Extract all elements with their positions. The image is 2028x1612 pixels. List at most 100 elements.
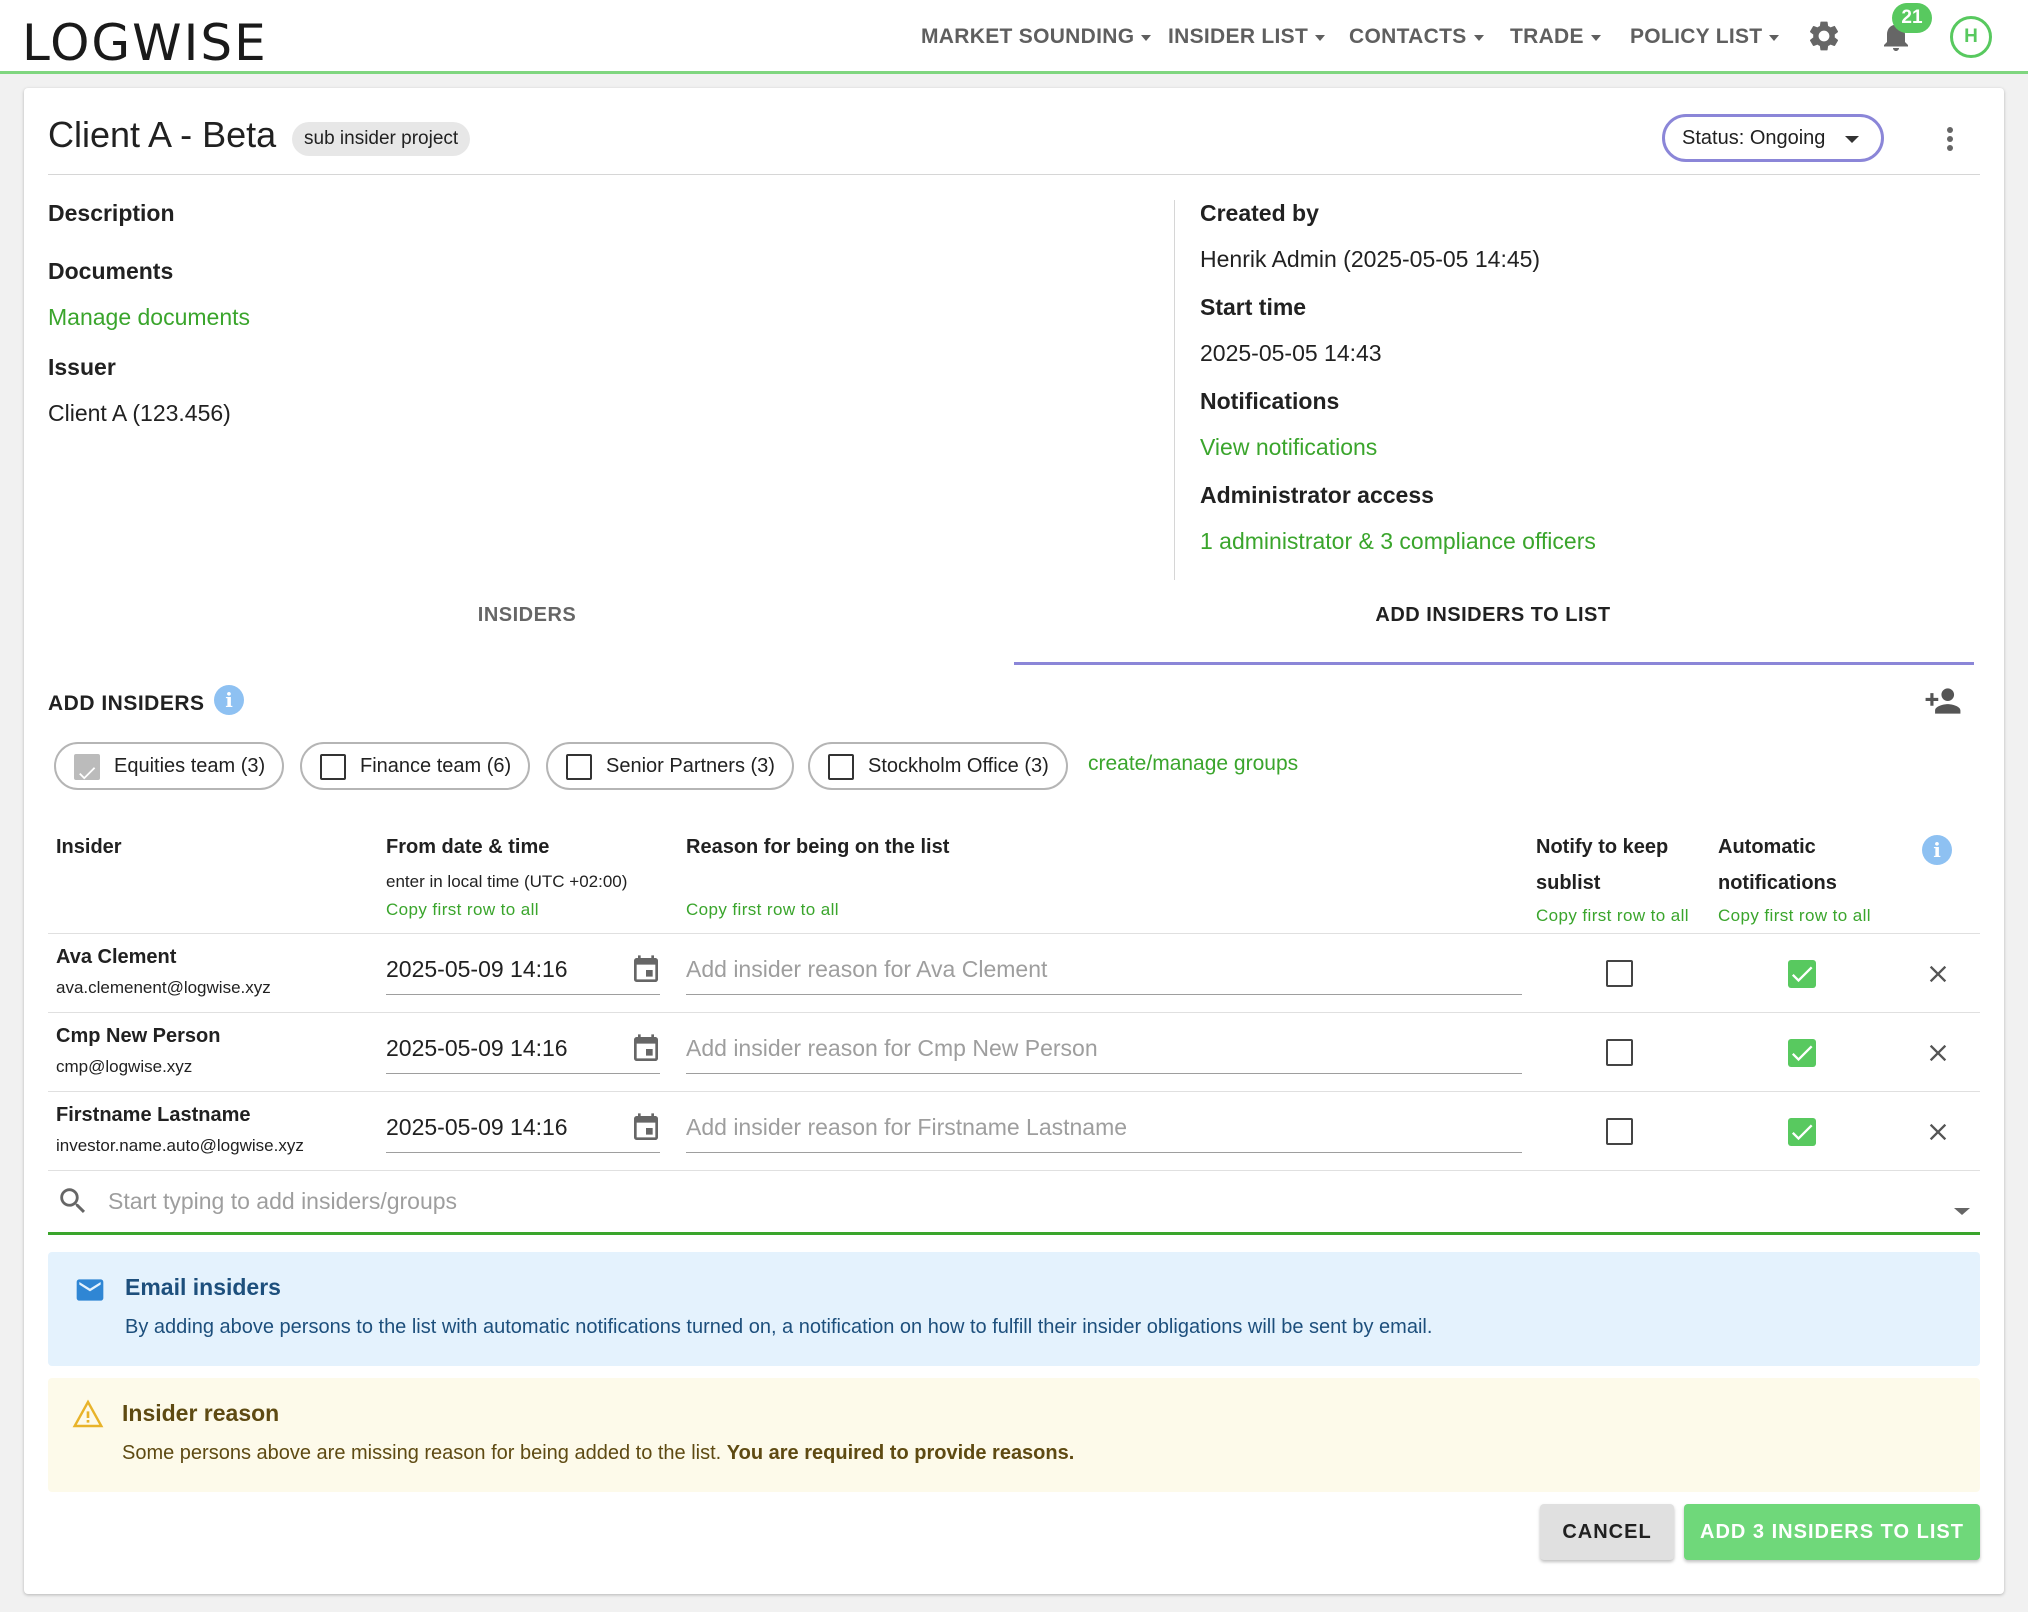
gear-icon[interactable] xyxy=(1806,18,1842,54)
nav-market-sounding[interactable]: MARKET SOUNDING xyxy=(921,22,1152,52)
col-header-reason: Reason for being on the list xyxy=(686,836,950,858)
calendar-icon[interactable] xyxy=(630,954,662,986)
checkbox-icon xyxy=(828,754,854,780)
caret-down-icon xyxy=(1769,35,1780,41)
search-underline xyxy=(48,1232,1980,1235)
caret-down-icon xyxy=(1845,136,1859,143)
checkbox-icon xyxy=(566,754,592,780)
manage-documents-link[interactable]: Manage documents xyxy=(48,304,250,331)
documents-label: Documents xyxy=(48,258,174,284)
caret-down-icon[interactable] xyxy=(1954,1208,1970,1215)
more-vert-icon[interactable] xyxy=(1938,124,1962,154)
copy-reason-link[interactable]: Copy first row to all xyxy=(686,900,839,920)
from-date-input[interactable]: 2025-05-09 14:16 xyxy=(386,1114,568,1141)
col-header-notify-2: sublist xyxy=(1536,872,1601,894)
status-dropdown[interactable]: Status: Ongoing xyxy=(1662,114,1884,162)
project-card: Client A - Beta sub insider project Stat… xyxy=(24,88,2004,1594)
group-chip-finance[interactable]: Finance team (6) xyxy=(300,742,531,790)
from-date-input[interactable]: 2025-05-09 14:16 xyxy=(386,1035,568,1062)
email-icon xyxy=(76,1279,104,1301)
alert-title: Insider reason xyxy=(122,1400,280,1426)
table-divider xyxy=(48,933,1980,934)
nav-trade[interactable]: TRADE xyxy=(1510,22,1601,52)
search-icon xyxy=(60,1188,86,1214)
active-tab-indicator xyxy=(1014,662,1974,665)
insider-email: investor.name.auto@logwise.xyz xyxy=(56,1136,304,1155)
group-chip-senior-partners[interactable]: Senior Partners (3) xyxy=(546,742,794,790)
calendar-icon[interactable] xyxy=(630,1033,662,1065)
alert-text-main: Some persons above are missing reason fo… xyxy=(122,1442,727,1464)
copy-from-link[interactable]: Copy first row to all xyxy=(386,900,539,920)
row-divider xyxy=(48,1170,1980,1171)
created-by-value: Henrik Admin (2025-05-05 14:45) xyxy=(1200,246,1541,272)
input-underline xyxy=(386,1073,660,1074)
group-chip-stockholm[interactable]: Stockholm Office (3) xyxy=(808,742,1068,790)
status-label: Status: Ongoing xyxy=(1682,127,1826,149)
input-underline xyxy=(686,1073,1522,1074)
logo[interactable]: LOGWISE xyxy=(22,14,268,72)
alert-title: Email insiders xyxy=(125,1274,281,1300)
row-divider xyxy=(48,1012,1980,1013)
page-title: Client A - Beta xyxy=(48,114,277,155)
copy-notify-link[interactable]: Copy first row to all xyxy=(1536,906,1689,926)
input-underline xyxy=(686,1152,1522,1153)
info-divider xyxy=(1174,200,1175,580)
input-underline xyxy=(686,994,1522,995)
caret-down-icon xyxy=(1473,35,1484,41)
insider-email: ava.clemenent@logwise.xyz xyxy=(56,978,271,997)
nav-insider-list[interactable]: INSIDER LIST xyxy=(1168,22,1326,52)
search-input[interactable]: Start typing to add insiders/groups xyxy=(108,1188,457,1215)
info-icon[interactable]: i xyxy=(1922,835,1952,865)
copy-auto-link[interactable]: Copy first row to all xyxy=(1718,906,1871,926)
insider-email: cmp@logwise.xyz xyxy=(56,1057,193,1076)
auto-notify-checkbox[interactable] xyxy=(1788,1039,1816,1067)
col-header-notify: Notify to keep xyxy=(1536,836,1669,858)
insider-name: Firstname Lastname xyxy=(56,1104,251,1126)
avatar[interactable]: H xyxy=(1950,16,1992,58)
admin-access-link[interactable]: 1 administrator & 3 compliance officers xyxy=(1200,528,1596,555)
auto-notify-checkbox[interactable] xyxy=(1788,960,1816,988)
caret-down-icon xyxy=(1590,35,1601,41)
reason-input[interactable]: Add insider reason for Ava Clement xyxy=(686,956,1047,983)
tab-add-insiders[interactable]: ADD INSIDERS TO LIST xyxy=(1006,604,1980,627)
nav-contacts[interactable]: CONTACTS xyxy=(1349,22,1484,52)
add-insiders-title: ADD INSIDERS xyxy=(48,692,205,715)
header-divider xyxy=(48,174,1980,175)
view-notifications-link[interactable]: View notifications xyxy=(1200,434,1377,461)
reason-input[interactable]: Add insider reason for Cmp New Person xyxy=(686,1035,1098,1062)
start-time-value: 2025-05-05 14:43 xyxy=(1200,340,1382,366)
nav-label: TRADE xyxy=(1510,25,1584,48)
description-label: Description xyxy=(48,200,175,226)
close-icon[interactable] xyxy=(1924,1039,1952,1067)
alert-text: By adding above persons to the list with… xyxy=(125,1316,1433,1338)
info-icon[interactable]: i xyxy=(214,685,244,715)
nav-label: INSIDER LIST xyxy=(1168,25,1309,48)
manage-groups-link[interactable]: create/manage groups xyxy=(1088,752,1298,776)
group-chip-label: Stockholm Office (3) xyxy=(868,755,1049,777)
add-person-icon[interactable] xyxy=(1924,682,1962,720)
cancel-button[interactable]: CANCEL xyxy=(1540,1504,1674,1560)
email-info-alert: Email insiders By adding above persons t… xyxy=(48,1252,1980,1366)
from-date-input[interactable]: 2025-05-09 14:16 xyxy=(386,956,568,983)
tab-insiders[interactable]: INSIDERS xyxy=(40,604,1014,627)
notify-checkbox[interactable] xyxy=(1606,960,1633,987)
notify-checkbox[interactable] xyxy=(1606,1039,1633,1066)
group-chip-label: Senior Partners (3) xyxy=(606,755,775,777)
row-divider xyxy=(48,1091,1980,1092)
reason-warning-alert: Insider reason Some persons above are mi… xyxy=(48,1378,1980,1492)
issuer-label: Issuer xyxy=(48,354,116,380)
auto-notify-checkbox[interactable] xyxy=(1788,1118,1816,1146)
group-chip-equities[interactable]: Equities team (3) xyxy=(54,742,285,790)
notifications-label: Notifications xyxy=(1200,388,1340,414)
add-insiders-button[interactable]: ADD 3 INSIDERS TO LIST xyxy=(1684,1504,1980,1560)
close-icon[interactable] xyxy=(1924,1118,1952,1146)
created-by-label: Created by xyxy=(1200,200,1319,226)
notify-checkbox[interactable] xyxy=(1606,1118,1633,1145)
group-chip-label: Finance team (6) xyxy=(360,755,512,777)
calendar-icon[interactable] xyxy=(630,1112,662,1144)
close-icon[interactable] xyxy=(1924,960,1952,988)
checkbox-icon xyxy=(320,754,346,780)
nav-label: POLICY LIST xyxy=(1630,25,1763,48)
nav-policy-list[interactable]: POLICY LIST xyxy=(1630,22,1780,52)
reason-input[interactable]: Add insider reason for Firstname Lastnam… xyxy=(686,1114,1127,1141)
